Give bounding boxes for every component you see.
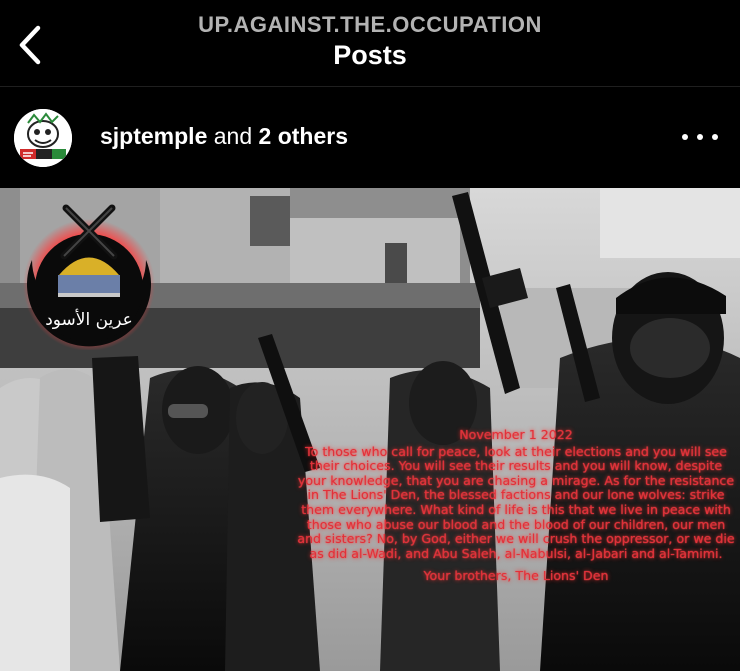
- top-navigation-bar: UP.AGAINST.THE.OCCUPATION Posts: [0, 0, 740, 86]
- logo-script: عرين الأسود: [45, 309, 133, 330]
- avatar-cartoon-icon: [14, 109, 72, 167]
- coauthors-count[interactable]: 2 others: [259, 123, 348, 149]
- statement-date: November 1 2022: [459, 427, 573, 442]
- post-image[interactable]: عرين الأسود November 1 2022 To those who…: [0, 188, 740, 671]
- statement-signature: Your brothers, The Lions' Den: [423, 568, 609, 584]
- avatar[interactable]: [14, 109, 72, 167]
- more-horizontal-icon: [682, 134, 688, 140]
- post-username[interactable]: sjptemple: [100, 123, 207, 149]
- statement-body: To those who call for peace, look at the…: [297, 443, 735, 561]
- post-author-line[interactable]: sjptemple and 2 others: [100, 123, 348, 150]
- more-dot: [697, 134, 703, 140]
- more-dot: [712, 134, 718, 140]
- statement-text-block: November 1 2022 To those who call for pe…: [296, 427, 736, 584]
- account-name[interactable]: UP.AGAINST.THE.OCCUPATION: [0, 12, 740, 38]
- post-header: sjptemple and 2 others: [0, 87, 740, 188]
- coauthor-connector: and: [213, 123, 253, 149]
- page-title: Posts: [333, 40, 407, 70]
- more-options-button[interactable]: [678, 127, 722, 147]
- lions-den-logo: عرين الأسود: [23, 204, 155, 350]
